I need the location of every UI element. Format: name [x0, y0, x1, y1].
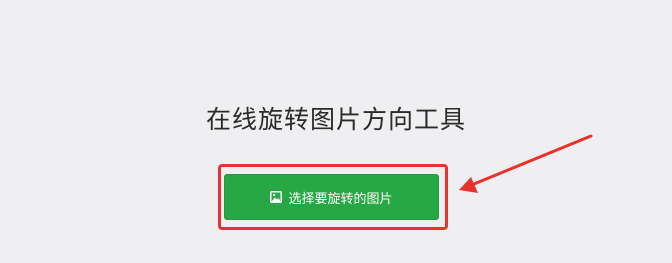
page-title: 在线旋转图片方向工具 [205, 105, 466, 134]
select-image-button-label: 选择要旋转的图片 [288, 191, 393, 207]
image-icon [270, 191, 283, 203]
select-image-button[interactable]: 选择要旋转的图片 [224, 174, 439, 220]
arrow-head [459, 177, 478, 193]
arrow-shaft [472, 134, 593, 186]
